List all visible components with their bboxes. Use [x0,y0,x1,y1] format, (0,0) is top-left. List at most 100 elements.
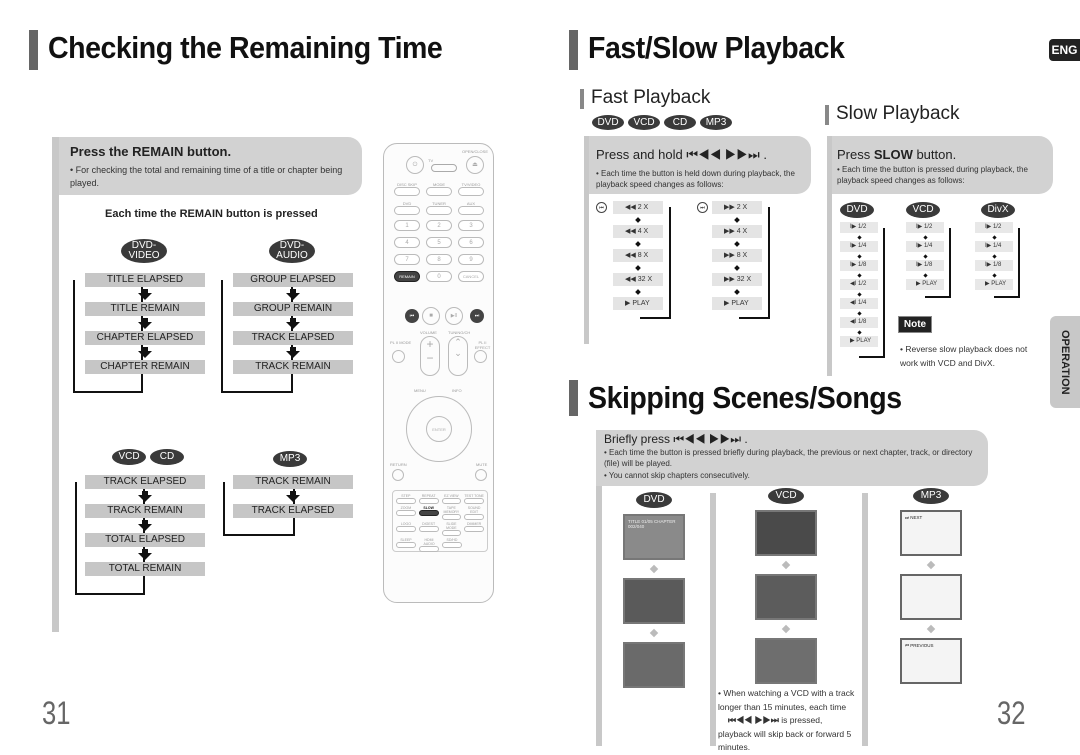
remote-button-key [441,514,462,520]
arrow-glyph [926,624,936,634]
screen-thumbnail: TITLE 01/05 CHAPTER 002/040 [623,514,685,560]
vcd-skip-note: • When watching a VCD with a track longe… [718,687,858,755]
remote-button-key [418,510,439,516]
remote-button-key [418,526,439,532]
skip-instruction: Briefly press ⏮◀◀ ▶▶⏭ . [604,432,748,446]
remain-instruction-title: Press the REMAIN button. [70,144,232,159]
return-button [392,469,404,481]
flow-step: TRACK ELAPSED [85,475,205,489]
thumbnail-caption: ⏮ PREVIOUS [905,643,934,648]
flow-step: TRACK ELAPSED [233,331,353,345]
flow-step: TITLE REMAIN [85,302,205,316]
remote-button-row: LOGO DIGEST SLIDE MODE DIMMER [396,522,484,536]
remote-button: DVD [394,201,420,215]
remote-button-row: DISC SKIP MODE TV/VIDEO [394,182,484,196]
arrow-glyph [781,560,791,570]
skip-forward-icon: ⏭ [697,202,708,213]
remote-keypad: DISC SKIP MODE TV/VIDEO DVD TUNER AUX 1 2 3 4 5 6 7 8… [394,182,484,288]
down-arrow-icon [623,560,685,578]
remote-label: MENU [414,388,426,393]
remote-number-key: 6 [458,237,484,248]
speed-step: ▶ PLAY [975,279,1013,290]
down-arrow-icon [900,620,962,638]
remote-label: TEST TONE [464,494,484,498]
speed-step: I▶ 1/4 [906,241,944,252]
skip-rule [862,493,868,746]
remote-label: TUNING/CH [448,330,471,335]
slow-section-rule [827,136,832,376]
badge-dvd: DVD [592,115,624,130]
down-arrow-icon [900,556,962,574]
remote-button: LOGO [396,522,416,536]
badge-dvd-slow: DVD [840,202,874,218]
speed-step: ◀◀ 4 X [613,225,663,238]
remote-number-key: 9 [458,254,484,265]
subheading-accent [825,105,829,125]
skip-rule [710,493,716,746]
remote-button-key [458,206,484,215]
remote-number-key: 5 [426,237,452,248]
speed-step: ▶ PLAY [712,297,762,310]
flow-step: TITLE ELAPSED [85,273,205,287]
remote-button: REPEAT [418,494,439,504]
speed-step: ▶▶ 8 X [712,249,762,262]
skip-mp3-column: MP3 ⏭ NEXT ⏮ PREVIOUS [900,488,962,684]
skip-buttons-icon: ⏮◀◀ ▶▶⏭ [728,715,779,725]
remote-button: MODE [426,182,452,196]
remote-label: OPEN/CLOSE [462,149,489,154]
speed-step: ◀I 1/8 [840,317,878,328]
remote-button-key [396,542,416,548]
remote-label: REPEAT [421,494,436,498]
badge-cd: CD [664,115,696,130]
badge-vcd: VCD [768,488,804,504]
remote-number-key: REMAIN [394,271,420,282]
speed-step: ▶ PLAY [840,336,878,347]
remote-button: AUX [458,201,484,215]
skip-dvd-column: DVD TITLE 01/05 CHAPTER 002/040 [623,492,685,688]
screen-thumbnail: ⏮ PREVIOUS [900,638,962,684]
remote-label: SOUND EDIT [467,506,481,514]
fast-section-rule [584,136,589,344]
remote-button: TEST TONE [464,494,484,504]
page-title-skipping: Skipping Scenes/Songs [588,380,902,415]
arrow-glyph [649,628,659,638]
remote-button-row: REMAIN 0 CANCEL [394,271,484,282]
badge-dvd: DVD [636,492,672,508]
remote-button-key [441,530,462,536]
remote-button: SLOW [418,506,439,520]
subheading-accent [580,89,584,109]
fast-playback-heading: Fast Playback [591,87,711,108]
vcd-note-text: • When watching a VCD with a track longe… [718,688,855,712]
remote-label: DIMMER [467,522,482,526]
slow-instruction: Press SLOW button. [837,147,956,162]
badge-line: AUDIO [276,250,308,261]
remote-number-key: 4 [394,237,420,248]
skip-back-button-highlight: ⏮ [405,309,419,323]
remote-label: MUTE [476,462,488,467]
remote-number-key: 0 [426,271,452,282]
enter-button: ENTER [426,416,452,442]
speed-step: ▶ PLAY [906,279,944,290]
note-text: • Reverse slow playback does not work wi… [900,344,1028,368]
remote-button-key [464,526,484,532]
remote-number-key: 8 [426,254,452,265]
remote-button-key [442,542,462,548]
speed-step: I▶ 1/8 [840,260,878,271]
fast-instruction: Press and hold ⏮◀◀ ▶▶⏭ . [596,147,767,162]
down-arrow-icon [623,624,685,642]
speed-step: I▶ 1/4 [840,241,878,252]
power-icon: ⏻ [406,156,424,174]
remote-number-key: 7 [394,254,420,265]
skip-bullet: • You cannot skip chapters consecutively… [604,471,750,480]
remote-label: PL II MODE [390,340,412,345]
slow-instruction-post: button. [912,147,957,162]
speed-step: ◀◀ 32 X [613,273,663,286]
left-section-rule [52,137,59,632]
screen-thumbnail [623,642,685,688]
speed-step: ▶▶ 2 X [712,201,762,214]
remote-label: INFO [452,388,462,393]
stop-icon: ■ [422,307,440,325]
remote-button-key [396,526,416,532]
skip-vcd-column: VCD [755,488,817,684]
title-bar-accent [29,30,38,70]
